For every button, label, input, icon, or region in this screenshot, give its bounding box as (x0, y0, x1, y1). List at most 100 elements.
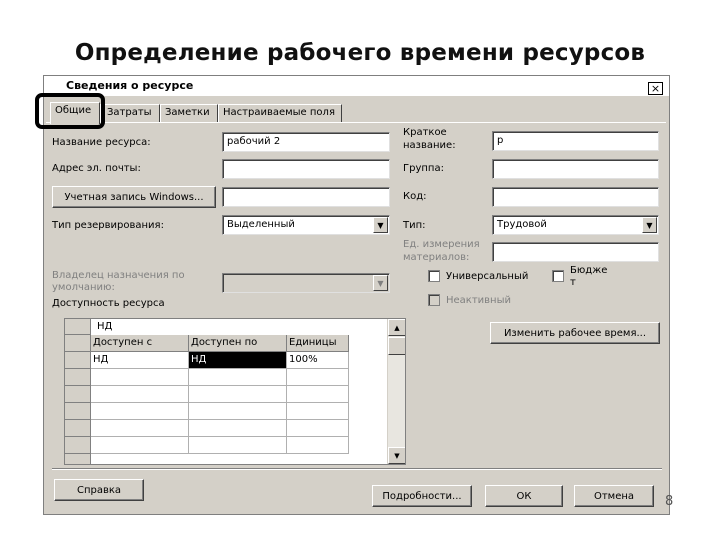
column-header-available-to[interactable]: Доступен по (189, 335, 287, 352)
table-cell[interactable] (287, 403, 349, 420)
chevron-down-icon: ▼ (373, 275, 388, 291)
tab-panel-edge (46, 122, 666, 123)
scrollbar-thumb[interactable] (388, 337, 405, 355)
row-header[interactable] (65, 352, 91, 369)
column-header-units[interactable]: Единицы (287, 335, 349, 352)
vertical-scrollbar[interactable]: ▲ ▼ (387, 319, 405, 464)
availability-table[interactable]: НД Доступен с Доступен по Единицы НД НД … (64, 318, 406, 465)
ok-button-label: ОК (516, 490, 532, 502)
help-button-label: Справка (76, 484, 122, 496)
row-header[interactable] (65, 386, 91, 403)
booking-type-label: Тип резервирования: (52, 220, 164, 231)
email-label: Адрес эл. почты: (52, 163, 141, 174)
booking-type-select[interactable]: Выделенный ▼ (222, 215, 390, 235)
ok-button[interactable]: ОК (485, 485, 563, 507)
type-label: Тип: (403, 220, 426, 231)
table-cell-selected[interactable]: НД (189, 352, 287, 369)
tab-general-label: Общие (55, 105, 92, 116)
resource-name-input[interactable]: рабочий 2 (222, 132, 390, 152)
default-owner-label-line2: умолчанию: (52, 282, 115, 293)
table-cell[interactable] (189, 386, 287, 403)
resource-name-label: Название ресурса: (52, 137, 151, 148)
help-button[interactable]: Справка (54, 479, 144, 501)
budget-checkbox[interactable] (552, 270, 564, 282)
code-label: Код: (403, 191, 427, 202)
generic-label: Универсальный (446, 271, 529, 282)
short-name-label-line2: название: (403, 140, 456, 151)
bottom-separator (52, 468, 662, 470)
cancel-button-label: Отмена (593, 490, 635, 502)
type-select[interactable]: Трудовой ▼ (492, 215, 659, 235)
material-units-input[interactable] (492, 242, 659, 262)
table-cell[interactable] (287, 437, 349, 454)
table-cell[interactable] (91, 403, 189, 420)
group-label: Группа: (403, 163, 444, 174)
windows-account-button[interactable]: Учетная запись Windows... (52, 186, 216, 208)
close-button[interactable]: × (648, 82, 663, 95)
table-cell[interactable] (91, 369, 189, 386)
default-owner-label-line1: Владелец назначения по (52, 270, 185, 281)
tab-general[interactable]: Общие (50, 102, 100, 124)
material-units-label-line1: Ед. измерения (403, 239, 480, 250)
grid-edit-bar[interactable]: НД (95, 319, 387, 334)
generic-checkbox[interactable] (428, 270, 440, 282)
material-units-label-line2: материалов: (403, 252, 470, 263)
row-header[interactable] (65, 403, 91, 420)
table-cell[interactable] (189, 420, 287, 437)
row-header[interactable] (65, 437, 91, 454)
windows-account-input[interactable] (222, 187, 390, 207)
code-input[interactable] (492, 187, 659, 207)
close-icon: × (650, 82, 661, 95)
tab-custom-fields[interactable]: Настраиваемые поля (218, 104, 342, 122)
chevron-down-icon[interactable]: ▼ (642, 217, 657, 233)
table-cell[interactable] (91, 437, 189, 454)
tab-notes[interactable]: Заметки (160, 104, 218, 122)
arrow-down-icon[interactable]: ▼ (388, 447, 405, 464)
row-header[interactable] (65, 369, 91, 386)
details-button[interactable]: Подробности... (372, 485, 472, 507)
table-cell[interactable] (189, 403, 287, 420)
row-header[interactable] (65, 420, 91, 437)
column-header-available-from[interactable]: Доступен с (91, 335, 189, 352)
type-value: Трудовой (497, 219, 547, 230)
tab-custom-fields-label: Настраиваемые поля (223, 107, 335, 118)
table-cell[interactable] (91, 420, 189, 437)
row-header[interactable] (65, 454, 91, 464)
resource-info-dialog: Сведения о ресурсе × Общие Затраты Замет… (35, 75, 670, 515)
budget-label-line2: т (570, 277, 576, 288)
email-input[interactable] (222, 159, 390, 179)
table-cell[interactable] (189, 437, 287, 454)
tab-costs[interactable]: Затраты (100, 104, 160, 122)
table-cell[interactable] (287, 386, 349, 403)
chevron-down-icon[interactable]: ▼ (373, 217, 388, 233)
grid-header-rowhdr (65, 335, 91, 352)
grid-corner (65, 319, 91, 335)
default-owner-select: ▼ (222, 273, 390, 293)
tab-notes-label: Заметки (165, 107, 210, 118)
budget-label-line1: Бюдже (570, 265, 608, 276)
table-cell[interactable]: 100% (287, 352, 349, 369)
table-cell[interactable]: НД (91, 352, 189, 369)
table-cell[interactable] (91, 386, 189, 403)
slide-page-number: 8 (665, 494, 674, 509)
cancel-button[interactable]: Отмена (574, 485, 654, 507)
inactive-checkbox[interactable] (428, 294, 440, 306)
table-cell[interactable] (287, 420, 349, 437)
inactive-label: Неактивный (446, 295, 511, 306)
short-name-label-line1: Краткое (403, 127, 447, 138)
tab-costs-label: Затраты (107, 107, 152, 118)
table-cell[interactable] (189, 369, 287, 386)
arrow-up-icon[interactable]: ▲ (388, 319, 405, 336)
dialog-titlebar: Сведения о ресурсе × (44, 76, 669, 96)
table-cell[interactable] (287, 369, 349, 386)
availability-label: Доступность ресурса (52, 298, 165, 309)
change-working-time-label: Изменить рабочее время... (503, 327, 647, 339)
windows-account-button-label: Учетная запись Windows... (64, 191, 204, 203)
dialog-title: Сведения о ресурсе (66, 79, 194, 92)
group-input[interactable] (492, 159, 659, 179)
booking-type-value: Выделенный (227, 219, 295, 230)
short-name-input[interactable]: р (492, 131, 659, 151)
change-working-time-button[interactable]: Изменить рабочее время... (490, 322, 660, 344)
details-button-label: Подробности... (382, 490, 462, 502)
slide-title: Определение рабочего времени ресурсов (74, 40, 646, 66)
